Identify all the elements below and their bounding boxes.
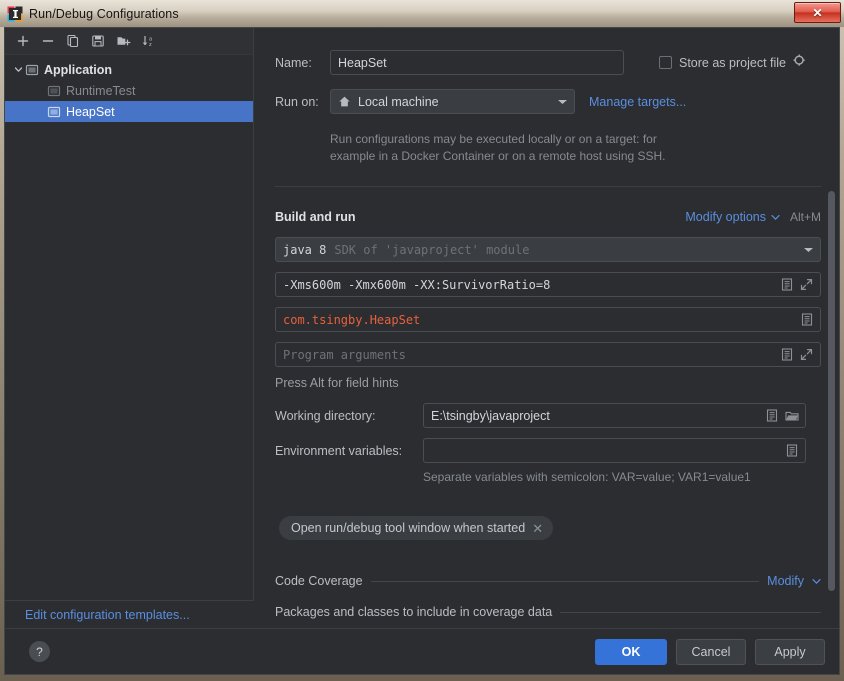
code-coverage-modify-link[interactable]: Modify [767,574,804,588]
field-hint-text: Press Alt for field hints [275,376,399,390]
dialog-client-area: a z Application [4,27,840,675]
program-arguments-input[interactable]: Program arguments [275,342,821,367]
window-controls: ✕ [794,2,841,23]
apply-button[interactable]: Apply [755,639,825,665]
window-title: Run/Debug Configurations [29,7,179,21]
run-on-hint: Run configurations may be executed local… [330,131,830,165]
open-tool-window-chip-wrapper: Open run/debug tool window when started … [279,516,553,540]
dialog-window: Run/Debug Configurations ✕ [0,0,844,681]
jdk-select[interactable]: java 8 SDK of 'javaproject' module [275,237,821,262]
name-input[interactable]: HeapSet [330,50,624,75]
run-on-hint-line-1: Run configurations may be executed local… [330,131,830,148]
remove-configuration-button[interactable] [37,30,59,52]
chevron-down-icon[interactable] [803,243,814,257]
environment-variables-row: Environment variables: [275,438,821,463]
build-and-run-header: Build and run Modify options Alt+M [275,208,821,226]
svg-text:z: z [149,42,152,48]
footer-buttons: OK Cancel Apply [586,639,825,665]
environment-variables-label: Environment variables: [275,444,423,458]
configuration-icon [47,105,61,119]
vm-options-input[interactable]: -Xms600m -Xmx600m -XX:SurvivorRatio=8 [275,272,821,297]
title-bar[interactable]: Run/Debug Configurations ✕ [0,0,844,27]
tree-group-label: Application [44,63,112,77]
content-scrollbar[interactable] [828,191,835,591]
working-directory-row: Working directory: E:\tsingby\javaprojec… [275,403,821,428]
sort-alphabetical-icon[interactable]: a z [137,30,159,52]
main-class-value: com.tsingby.HeapSet [283,313,420,327]
manage-targets-link[interactable]: Manage targets... [589,95,686,109]
modify-options-link[interactable]: Modify options [685,210,766,224]
name-row: Name: HeapSet Store as project file [275,50,835,75]
jdk-value: java 8 [283,243,326,257]
cancel-button[interactable]: Cancel [676,639,746,665]
modify-options-shortcut: Alt+M [790,210,821,224]
run-on-label: Run on: [275,95,330,109]
open-tool-window-chip-label: Open run/debug tool window when started [291,521,525,535]
help-button[interactable]: ? [29,641,50,662]
section-divider [275,186,821,187]
name-input-value: HeapSet [338,56,387,70]
intellij-idea-icon [7,6,23,22]
run-on-select[interactable]: Local machine [330,89,575,114]
sidebar-item-label: HeapSet [66,105,115,119]
sidebar-item-label: RuntimeTest [66,84,135,98]
coverage-include-label: Packages and classes to include in cover… [275,605,552,619]
expand-icon[interactable] [799,347,814,362]
edit-configuration-templates-link[interactable]: Edit configuration templates... [5,600,254,628]
configurations-toolbar: a z [5,28,253,55]
copy-configuration-button[interactable] [62,30,84,52]
home-icon [338,95,351,108]
working-directory-value: E:\tsingby\javaproject [431,409,550,423]
environment-variables-input[interactable] [423,438,806,463]
expand-icon[interactable] [799,277,814,292]
configuration-details-panel: Name: HeapSet Store as project file [255,28,839,628]
run-on-row: Run on: Local machine Manage targets... [275,89,835,114]
application-icon [25,63,39,77]
working-directory-label: Working directory: [275,409,423,423]
configuration-icon [47,84,61,98]
chevron-down-icon[interactable] [812,572,821,590]
program-arguments-placeholder: Program arguments [283,348,406,362]
tree-group-application[interactable]: Application [5,59,253,80]
close-icon[interactable]: ✕ [532,522,543,535]
environment-variables-hint: Separate variables with semicolon: VAR=v… [423,470,751,484]
build-and-run-title: Build and run [275,210,356,224]
dialog-footer: ? OK Cancel Apply [5,628,839,674]
store-as-project-file-row[interactable]: Store as project file [659,54,806,72]
folder-add-icon[interactable] [112,30,134,52]
close-button[interactable]: ✕ [794,2,841,23]
ok-button[interactable]: OK [595,639,667,665]
jdk-detail: SDK of 'javaproject' module [334,243,529,257]
code-coverage-header: Code Coverage Modify [275,572,821,590]
main-class-input[interactable]: com.tsingby.HeapSet [275,307,821,332]
sidebar-item-runtimetest[interactable]: RuntimeTest [5,80,253,101]
run-on-hint-line-2: example in a Docker Container or on a re… [330,148,830,165]
macro-list-icon[interactable] [779,347,794,362]
configurations-panel: a z Application [5,28,254,628]
name-label: Name: [275,56,330,70]
macro-list-icon[interactable] [784,443,799,458]
sidebar-item-heapset[interactable]: HeapSet [5,101,253,122]
chevron-down-icon[interactable] [771,208,780,226]
code-coverage-title: Code Coverage [275,574,363,588]
add-configuration-button[interactable] [12,30,34,52]
macro-list-icon[interactable] [799,312,814,327]
gear-icon[interactable] [793,54,806,72]
coverage-include-header: Packages and classes to include in cover… [275,605,821,619]
chevron-down-icon[interactable] [557,95,568,109]
folder-browse-icon[interactable] [784,408,799,423]
store-as-project-file-label: Store as project file [679,56,786,70]
configurations-tree[interactable]: Application RuntimeTest [5,56,253,628]
macro-list-icon[interactable] [764,408,779,423]
run-on-value: Local machine [358,95,439,109]
save-configuration-button[interactable] [87,30,109,52]
divider [560,612,821,613]
macro-list-icon[interactable] [779,277,794,292]
vm-options-value: -Xms600m -Xmx600m -XX:SurvivorRatio=8 [283,278,550,292]
store-as-project-file-checkbox[interactable] [659,56,672,69]
open-tool-window-chip[interactable]: Open run/debug tool window when started … [279,516,553,540]
working-directory-input[interactable]: E:\tsingby\javaproject [423,403,806,428]
divider [371,581,760,582]
chevron-down-icon[interactable] [11,65,25,74]
